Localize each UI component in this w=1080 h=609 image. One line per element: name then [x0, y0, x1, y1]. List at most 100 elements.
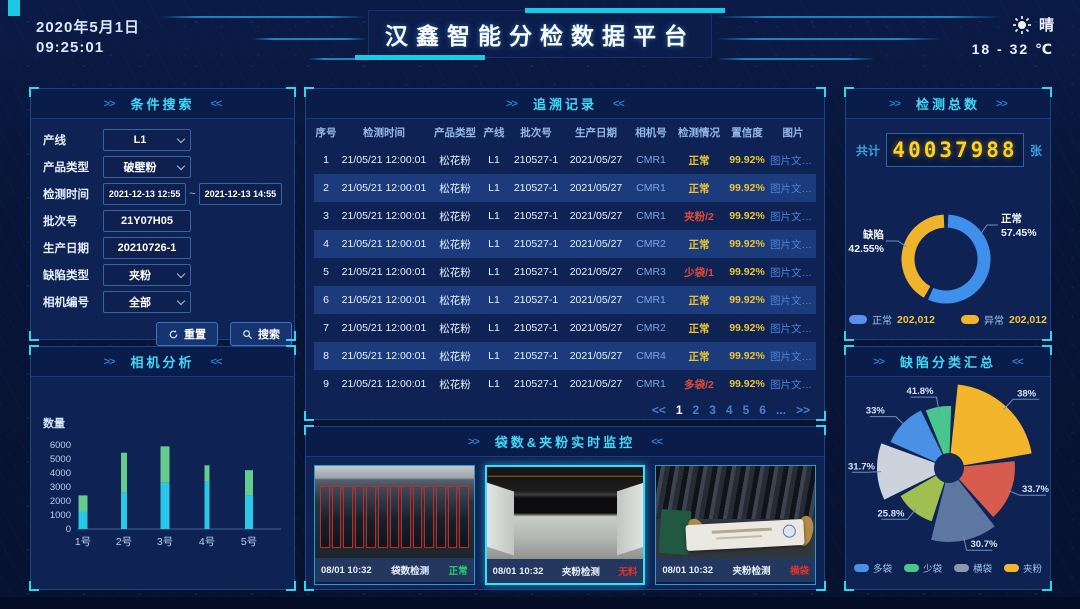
- legend-label: 异常: [984, 312, 1004, 327]
- camera-feed-card-3[interactable]: 08/01 10:32夹粉检测横袋: [655, 465, 816, 585]
- page-3[interactable]: 3: [709, 403, 716, 417]
- page-6[interactable]: 6: [759, 403, 766, 417]
- panel-corner-accent: [1042, 331, 1052, 341]
- chevrons-right-icon: >>: [873, 356, 884, 368]
- camera-analysis-title: 相机分析: [130, 352, 194, 371]
- picture-link[interactable]: 图片文件...: [770, 181, 816, 196]
- picture-link[interactable]: 图片文件...: [770, 377, 816, 392]
- next-page-button[interactable]: >>: [796, 403, 810, 417]
- picture-link[interactable]: 图片文件...: [770, 265, 816, 280]
- search-field-row: 缺陷类型夹粉: [43, 264, 282, 286]
- camera-feed-image: [315, 466, 474, 558]
- svg-text:缺陷: 缺陷: [862, 228, 884, 241]
- legend-item-多袋[interactable]: 多袋: [854, 561, 892, 575]
- select-0[interactable]: L1: [103, 129, 191, 151]
- prev-page-button[interactable]: <<: [652, 403, 666, 417]
- table-cell: 99.92%: [724, 294, 770, 306]
- legend-item-夹粉[interactable]: 夹粉: [1004, 561, 1042, 575]
- table-cell: 正常: [674, 153, 724, 168]
- table-cell: 正常: [674, 181, 724, 196]
- svg-text:5000: 5000: [50, 454, 71, 465]
- select-1[interactable]: 破壁粉: [103, 156, 191, 178]
- table-row: 221/05/21 12:00:01松花粉L1210527-12021/05/2…: [314, 174, 816, 202]
- search-panel-header: >> 条件搜索 <<: [31, 89, 294, 119]
- table-cell: L1: [480, 182, 508, 194]
- chevrons-left-icon: <<: [211, 98, 222, 110]
- table-cell: 210527-1: [508, 238, 564, 250]
- header-decor-line: [160, 16, 365, 18]
- search-field-row: 批次号21Y07H05: [43, 210, 282, 232]
- legend-item-正常[interactable]: 正常202,012: [849, 312, 935, 327]
- current-time: 09:25:01: [36, 38, 140, 58]
- svg-text:2号: 2号: [116, 536, 132, 548]
- column-header: 产线: [480, 125, 508, 140]
- table-cell: CMR1: [628, 294, 674, 306]
- table-cell: CMR3: [628, 266, 674, 278]
- chevrons-right-icon: >>: [506, 98, 517, 110]
- table-cell: 正常: [674, 349, 724, 364]
- page-2[interactable]: 2: [693, 403, 700, 417]
- camera-feed-card-1[interactable]: 08/01 10:32袋数检测正常: [314, 465, 475, 585]
- time-to-input[interactable]: 2021-12-13 14:55: [199, 183, 282, 205]
- table-cell: 2021/05/27: [564, 182, 628, 194]
- table-cell: 2021/05/27: [564, 350, 628, 362]
- chevrons-left-icon: <<: [613, 98, 624, 110]
- search-panel: >> 条件搜索 << 产线L1产品类型破壁粉检测时间2021-12-13 12:…: [30, 88, 295, 340]
- svg-text:30.7%: 30.7%: [971, 539, 998, 550]
- text-input-3[interactable]: 21Y07H05: [103, 210, 191, 232]
- picture-link[interactable]: 图片文件...: [770, 293, 816, 308]
- table-row: 421/05/21 12:00:01松花粉L1210527-12021/05/2…: [314, 230, 816, 258]
- table-row: 721/05/21 12:00:01松花粉L1210527-12021/05/2…: [314, 314, 816, 342]
- column-header: 生产日期: [564, 125, 628, 140]
- table-row: 821/05/21 12:00:01松花粉L1210527-12021/05/2…: [314, 342, 816, 370]
- time-from-input[interactable]: 2021-12-13 12:55: [103, 183, 186, 205]
- legend-value: 202,012: [897, 314, 935, 326]
- svg-text:数量: 数量: [43, 416, 65, 430]
- table-cell: 少袋/1: [674, 265, 724, 280]
- legend-item-横袋[interactable]: 横袋: [954, 561, 992, 575]
- picture-link[interactable]: 图片文件...: [770, 153, 816, 168]
- table-cell: L1: [480, 266, 508, 278]
- table-cell: 210527-1: [508, 210, 564, 222]
- table-cell: 松花粉: [430, 181, 480, 196]
- dashboard: 2020年5月1日 09:25:01 汉鑫智能分检数据平台: [0, 0, 1080, 609]
- table-cell: L1: [480, 350, 508, 362]
- camera-feed-card-2[interactable]: 08/01 10:32夹粉检测无料: [485, 465, 646, 585]
- reset-button[interactable]: 重置: [156, 322, 218, 346]
- select-6[interactable]: 全部: [103, 291, 191, 313]
- picture-link[interactable]: 图片文件...: [770, 349, 816, 364]
- page-ellipsis[interactable]: ...: [776, 403, 786, 417]
- svg-text:4号: 4号: [199, 536, 215, 548]
- legend-label: 横袋: [973, 561, 992, 575]
- camera-analysis-panel: >> 相机分析 << 数量01000200030004000500060001号…: [30, 346, 295, 590]
- select-5[interactable]: 夹粉: [103, 264, 191, 286]
- svg-text:0: 0: [66, 524, 71, 535]
- picture-link[interactable]: 图片文件...: [770, 321, 816, 336]
- detection-total-donut-chart: 正常57.45%缺陷42.55%: [846, 167, 1050, 322]
- camera-caption: 08/01 10:32夹粉检测横袋: [656, 558, 815, 582]
- picture-link[interactable]: 图片文件...: [770, 209, 816, 224]
- search-button[interactable]: 搜索: [230, 322, 292, 346]
- header-decor-line: [716, 58, 876, 60]
- camera-check-type: 夹粉检测: [733, 563, 771, 577]
- sun-icon: [1012, 15, 1032, 35]
- legend-item-少袋[interactable]: 少袋: [904, 561, 942, 575]
- table-cell: 多袋/2: [674, 377, 724, 392]
- header-decor-line: [716, 38, 941, 40]
- reset-button-label: 重置: [184, 326, 206, 342]
- chevron-down-icon: [177, 270, 185, 278]
- page-5[interactable]: 5: [743, 403, 750, 417]
- table-row: 321/05/21 12:00:01松花粉L1210527-12021/05/2…: [314, 202, 816, 230]
- picture-link[interactable]: 图片文件...: [770, 237, 816, 252]
- page-4[interactable]: 4: [726, 403, 733, 417]
- table-row: 121/05/21 12:00:01松花粉L1210527-12021/05/2…: [314, 146, 816, 174]
- text-input-4[interactable]: 20210726-1: [103, 237, 191, 259]
- detection-total-panel: >> 检测总数 >> 共计 40037988 张 正常57.45%缺陷42.55…: [845, 88, 1051, 340]
- search-field-row: 检测时间2021-12-13 12:55~2021-12-13 14:55: [43, 183, 282, 205]
- legend-item-异常[interactable]: 异常202,012: [961, 312, 1047, 327]
- table-cell: L1: [480, 238, 508, 250]
- chevrons-right-icon: >>: [104, 98, 115, 110]
- table-cell: 松花粉: [430, 153, 480, 168]
- page-1[interactable]: 1: [676, 403, 683, 417]
- table-cell: 21/05/21 12:00:01: [338, 322, 430, 334]
